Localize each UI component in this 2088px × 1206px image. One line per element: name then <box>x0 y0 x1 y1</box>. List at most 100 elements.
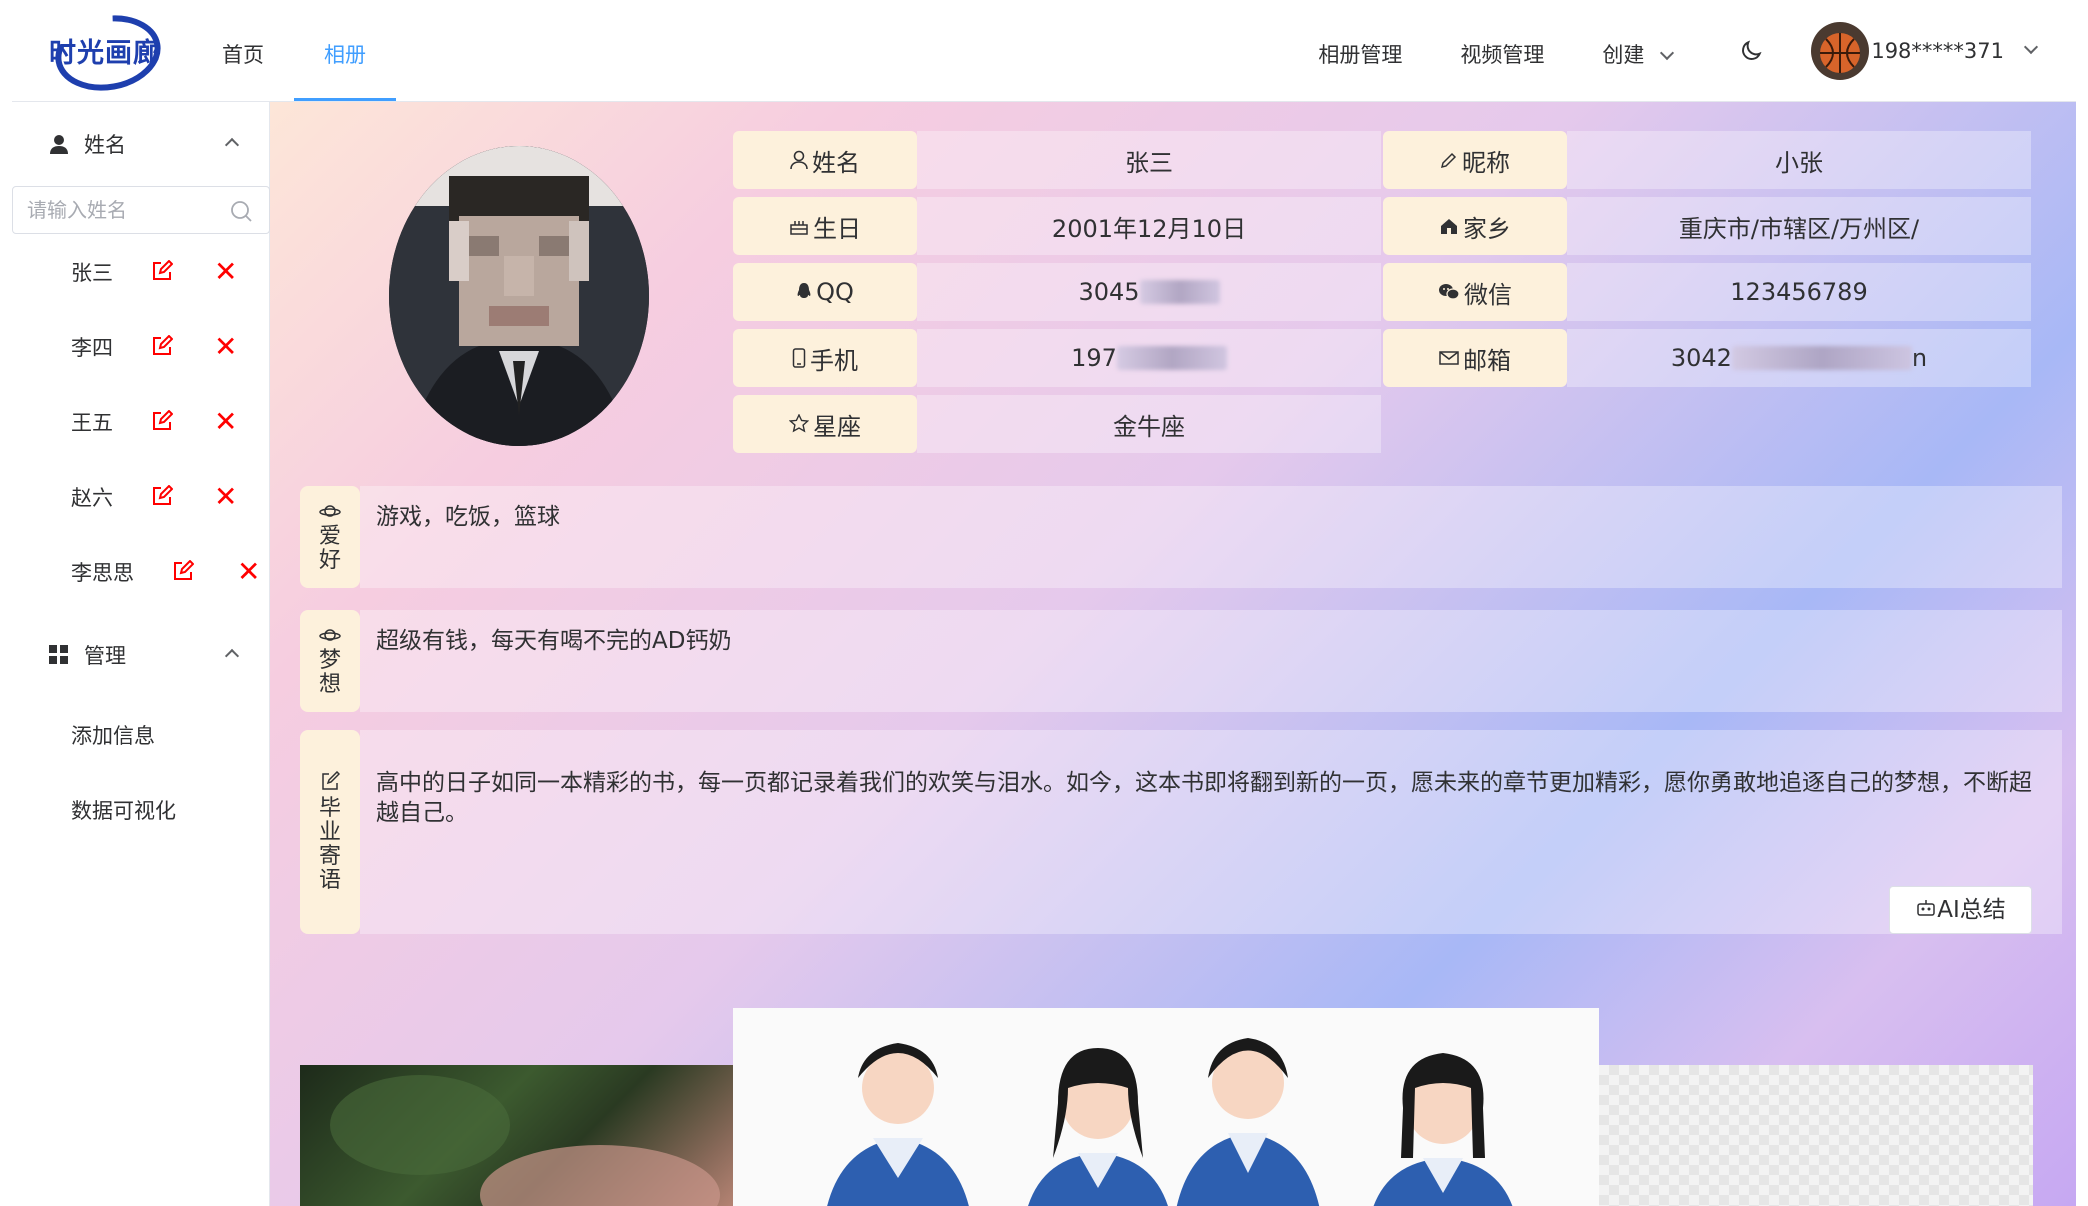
sidebar-item-add-info[interactable]: 添加信息 <box>12 697 269 772</box>
delete-icon[interactable]: ✕ <box>214 258 237 286</box>
graduation-message: 高中的日子如同一本精彩的书，每一页都记录着我们的欢笑与泪水。如今，这本书即将翻到… <box>360 730 2062 934</box>
create-label: 创建 <box>1602 43 1645 67</box>
user-icon <box>48 133 70 155</box>
dream-tag: 梦 想 <box>300 610 360 712</box>
album-photo-center[interactable] <box>733 1008 1599 1206</box>
album-photo-right[interactable] <box>1599 1065 2033 1206</box>
star-icon <box>789 414 809 434</box>
value-wechat: 123456789 <box>1567 263 2031 321</box>
info-row-zodiac: 星座 金牛座 <box>733 395 1381 453</box>
edit-icon[interactable] <box>151 334 174 362</box>
wechat-icon <box>1438 283 1460 301</box>
name-label: 张三 <box>71 260 113 285</box>
dark-mode-toggle[interactable] <box>1731 1 1771 101</box>
planet-icon <box>319 625 341 649</box>
robot-icon <box>1915 895 1937 925</box>
info-row-phone: 手机 197 <box>733 329 1381 387</box>
value-zodiac: 金牛座 <box>917 395 1381 453</box>
profile-photo <box>389 146 649 446</box>
planet-icon <box>319 501 341 525</box>
value-birthday: 2001年12月10日 <box>917 197 1381 255</box>
label-hometown: 家乡 <box>1383 197 1567 255</box>
value-name: 张三 <box>917 131 1381 189</box>
name-list-item[interactable]: 李思思 ✕ <box>12 534 269 609</box>
value-qq: 3045 <box>917 263 1381 321</box>
name-label: 李四 <box>71 335 113 360</box>
search-input[interactable] <box>27 198 207 222</box>
name-list-item[interactable]: 李四 ✕ <box>12 309 269 384</box>
user-outline-icon <box>790 150 808 170</box>
user-menu[interactable]: 198*****371 <box>1811 0 2039 101</box>
hobby-tag: 爱 好 <box>300 486 360 588</box>
phone-icon <box>792 348 806 368</box>
name-label: 赵六 <box>71 485 113 510</box>
sidebar-menu-manage[interactable]: 管理 <box>12 613 269 697</box>
nav-video-manage[interactable]: 视频管理 <box>1431 0 1573 101</box>
sidebar-item-data-visualization[interactable]: 数据可视化 <box>12 772 269 847</box>
hobby-text: 游戏，吃饭，篮球 <box>360 486 2062 588</box>
info-row-birthday: 生日 2001年12月10日 <box>733 197 1381 255</box>
chevron-up-icon <box>224 648 240 664</box>
name-label: 李思思 <box>71 560 134 585</box>
dream-text: 超级有钱，每天有喝不完的AD钙奶 <box>360 610 2062 712</box>
menu-manage-label: 管理 <box>84 644 126 668</box>
ai-summary-button[interactable]: AI总结 <box>1889 886 2032 934</box>
label-wechat: 微信 <box>1383 263 1567 321</box>
value-email: 3042 n <box>1567 329 2031 387</box>
graduation-message-block: 毕 业 寄 语 高中的日子如同一本精彩的书，每一页都记录着我们的欢笑与泪水。如今… <box>300 730 2062 934</box>
label-nickname: 昵称 <box>1383 131 1567 189</box>
graduation-message-tag: 毕 业 寄 语 <box>300 730 360 934</box>
edit-note-icon <box>320 770 341 797</box>
mail-icon <box>1439 350 1459 366</box>
delete-icon[interactable]: ✕ <box>214 483 237 511</box>
nav-album-manage[interactable]: 相册管理 <box>1289 0 1431 101</box>
menu-name-label: 姓名 <box>84 133 126 157</box>
pen-icon <box>1440 151 1458 169</box>
label-email: 邮箱 <box>1383 329 1567 387</box>
label-phone: 手机 <box>733 329 917 387</box>
app-logo[interactable]: 时光画廊 <box>42 7 168 95</box>
info-row-qq: QQ 3045 <box>733 263 1381 321</box>
edit-icon[interactable] <box>151 409 174 437</box>
search-icon[interactable] <box>229 199 253 228</box>
moon-icon <box>1742 39 1762 60</box>
info-row-email: 邮箱 3042 n <box>1383 329 2031 387</box>
name-list-item[interactable]: 王五 ✕ <box>12 384 269 459</box>
delete-icon[interactable]: ✕ <box>214 333 237 361</box>
edit-icon[interactable] <box>151 259 174 287</box>
delete-icon[interactable]: ✕ <box>214 408 237 436</box>
edit-icon[interactable] <box>151 484 174 512</box>
label-zodiac: 星座 <box>733 395 917 453</box>
user-avatar <box>1811 21 1870 80</box>
redacted-blur <box>1116 346 1227 370</box>
hobby-block: 爱 好 游戏，吃饭，篮球 <box>300 486 2062 588</box>
nav-album[interactable]: 相册 <box>294 0 396 101</box>
home-icon <box>1439 217 1459 235</box>
cake-icon <box>789 216 809 236</box>
name-label: 王五 <box>71 410 113 435</box>
label-name: 姓名 <box>733 131 917 189</box>
info-row-hometown: 家乡 重庆市/市辖区/万州区/ <box>1383 197 2031 255</box>
value-phone: 197 <box>917 329 1381 387</box>
sidebar: 姓名 张三 ✕ 李四 ✕ 王五 ✕ 赵六 ✕ 李思思 ✕ 管理 添加信息 数据可… <box>12 102 270 1206</box>
redacted-blur <box>1731 346 1912 370</box>
nav-create-dropdown[interactable]: 创建 <box>1573 0 1701 101</box>
logo-text: 时光画廊 <box>49 38 161 69</box>
label-birthday: 生日 <box>733 197 917 255</box>
label-qq: QQ <box>733 263 917 321</box>
chevron-down-icon <box>1660 45 1675 61</box>
name-list-item[interactable]: 张三 ✕ <box>12 234 269 309</box>
main-content: 姓名 张三 昵称 小张 生日 2001年12月10日 家乡 重庆市/市辖区/万州… <box>270 102 2076 1206</box>
edit-icon[interactable] <box>172 559 195 587</box>
sidebar-menu-name[interactable]: 姓名 <box>12 102 269 186</box>
graduation-message-text: 高中的日子如同一本精彩的书，每一页都记录着我们的欢笑与泪水。如今，这本书即将翻到… <box>376 770 2032 826</box>
qq-icon <box>796 282 812 302</box>
album-photo-left[interactable] <box>300 1065 733 1206</box>
name-list-item[interactable]: 赵六 ✕ <box>12 459 269 534</box>
grid-icon <box>48 644 70 666</box>
delete-icon[interactable]: ✕ <box>237 558 260 586</box>
redacted-blur <box>1139 280 1220 304</box>
nav-home[interactable]: 首页 <box>192 0 294 101</box>
value-nickname: 小张 <box>1567 131 2031 189</box>
name-search <box>12 186 270 234</box>
